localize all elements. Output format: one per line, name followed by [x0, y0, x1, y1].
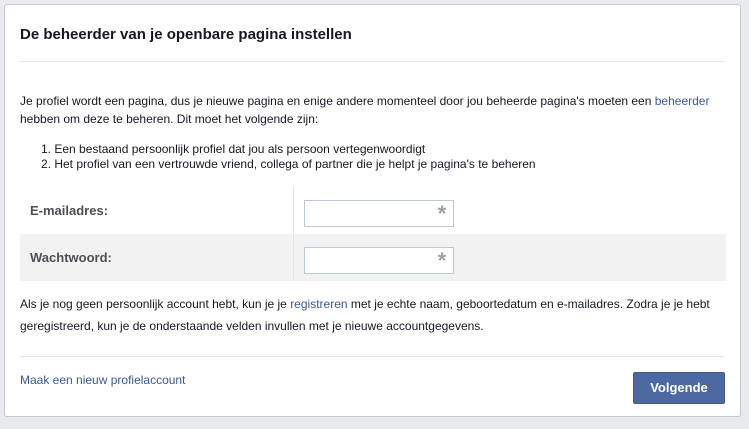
- password-row: Wachtwoord: *: [20, 234, 726, 281]
- email-label-cell: E-mailadres:: [20, 187, 294, 234]
- email-row: E-mailadres: *: [20, 187, 726, 234]
- beheerder-link[interactable]: beheerder: [655, 94, 710, 108]
- outro-text: Als je nog geen persoonlijk account hebt…: [20, 293, 732, 337]
- asterisk-icon: *: [437, 248, 447, 273]
- register-link[interactable]: registreren: [290, 297, 347, 311]
- intro-text-part2: hebben om deze te beheren. Dit moet het …: [20, 112, 319, 126]
- create-profile-link[interactable]: Maak een nieuw profielaccount: [20, 373, 185, 388]
- setup-admin-dialog: De beheerder van je openbare pagina inst…: [4, 4, 741, 417]
- login-form: E-mailadres: * Wachtwoord: *: [20, 187, 726, 281]
- asterisk-icon: *: [437, 201, 447, 226]
- email-field-wrapper: *: [304, 200, 454, 227]
- email-label: E-mailadres:: [30, 203, 109, 218]
- intro-text-part1: Je profiel wordt een pagina, dus je nieu…: [20, 94, 655, 108]
- password-field[interactable]: [305, 248, 431, 273]
- requirements-list: 1. Een bestaand persoonlijk profiel dat …: [41, 142, 536, 172]
- requirement-item: 1. Een bestaand persoonlijk profiel dat …: [41, 142, 426, 156]
- email-field[interactable]: [305, 201, 431, 226]
- password-label: Wachtwoord:: [30, 250, 112, 265]
- footer-divider: [20, 356, 724, 357]
- outro-text-part1: Als je nog geen persoonlijk account hebt…: [20, 297, 291, 311]
- title-divider: [20, 61, 724, 62]
- requirement-item: 2. Het profiel van een vertrouwde vriend…: [41, 157, 536, 171]
- dialog-title: De beheerder van je openbare pagina inst…: [20, 26, 352, 43]
- password-field-wrapper: *: [304, 247, 454, 274]
- password-label-cell: Wachtwoord:: [20, 234, 294, 281]
- intro-text: Je profiel wordt een pagina, dus je nieu…: [20, 92, 720, 128]
- next-button[interactable]: Volgende: [633, 372, 725, 404]
